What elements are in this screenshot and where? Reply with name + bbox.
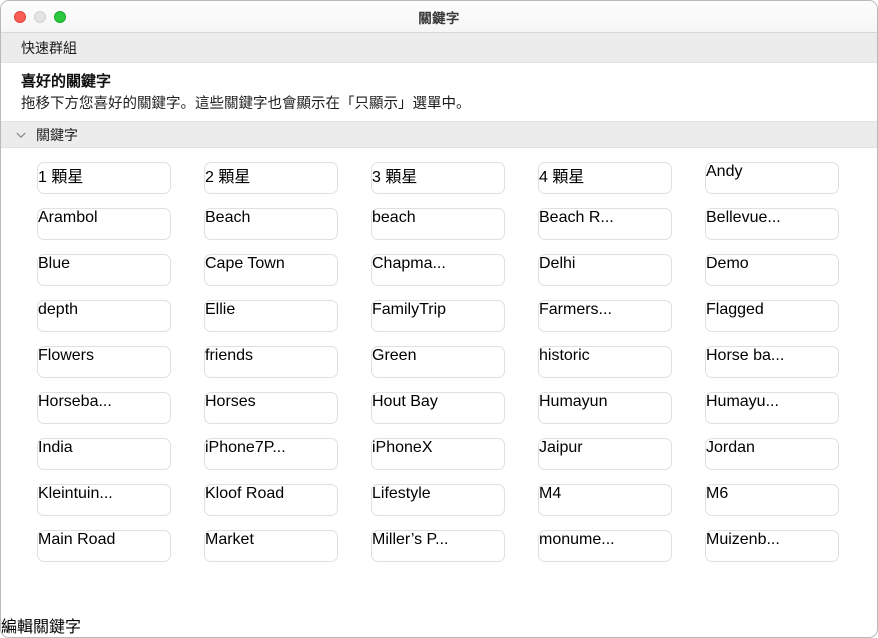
traffic-light-group: [14, 1, 66, 33]
keyword-chip[interactable]: Main Road: [37, 530, 171, 562]
keyword-chip[interactable]: historic: [538, 346, 672, 378]
keyword-chip[interactable]: M6: [705, 484, 839, 516]
keyword-chip[interactable]: Miller’s P...: [371, 530, 505, 562]
keyword-chip[interactable]: Beach: [204, 208, 338, 240]
favorite-keywords-description: 拖移下方您喜好的關鍵字。這些關鍵字也會顯示在「只顯示」選單中。: [21, 96, 471, 112]
keyword-chip[interactable]: M4: [538, 484, 672, 516]
favorite-keywords-section: 喜好的關鍵字 拖移下方您喜好的關鍵字。這些關鍵字也會顯示在「只顯示」選單中。: [1, 63, 877, 121]
keyword-chip[interactable]: Blue: [37, 254, 171, 286]
keywords-window: 關鍵字 快速群組 喜好的關鍵字 拖移下方您喜好的關鍵字。這些關鍵字也會顯示在「只…: [0, 0, 878, 638]
keyword-chip[interactable]: Ellie: [204, 300, 338, 332]
keyword-chip[interactable]: Andy: [705, 162, 839, 194]
keyword-chip[interactable]: Beach R...: [538, 208, 672, 240]
minimize-button[interactable]: [34, 11, 46, 23]
keyword-chip[interactable]: 3 顆星: [371, 162, 505, 194]
quick-group-header: 快速群組: [1, 33, 877, 63]
keyword-grid: 1 顆星 2 顆星 3 顆星 4 顆星 Andy Arambol Beach beach Bea…: [1, 148, 877, 572]
keyword-chip[interactable]: 2 顆星: [204, 162, 338, 194]
keyword-chip[interactable]: Demo: [705, 254, 839, 286]
keyword-chip[interactable]: Arambol: [37, 208, 171, 240]
keyword-chip[interactable]: 4 顆星: [538, 162, 672, 194]
close-button[interactable]: [14, 11, 26, 23]
keywords-section-header[interactable]: 關鍵字: [1, 121, 877, 148]
keyword-chip[interactable]: Jordan: [705, 438, 839, 470]
keyword-chip[interactable]: Horse ba...: [705, 346, 839, 378]
favorite-keywords-title: 喜好的關鍵字: [21, 73, 112, 90]
keyword-chip[interactable]: Humayu...: [705, 392, 839, 424]
keyword-chip[interactable]: Flagged: [705, 300, 839, 332]
chevron-down-icon[interactable]: [15, 129, 27, 141]
keyword-chip[interactable]: Kloof Road: [204, 484, 338, 516]
keyword-chip[interactable]: Farmers...: [538, 300, 672, 332]
quick-group-label: 快速群組: [21, 39, 77, 56]
keyword-chip[interactable]: Chapma...: [371, 254, 505, 286]
zoom-button[interactable]: [54, 11, 66, 23]
keyword-chip[interactable]: Lifestyle: [371, 484, 505, 516]
keyword-chip[interactable]: India: [37, 438, 171, 470]
keyword-chip[interactable]: Jaipur: [538, 438, 672, 470]
keyword-chip[interactable]: Green: [371, 346, 505, 378]
keyword-chip[interactable]: Horses: [204, 392, 338, 424]
keyword-chip[interactable]: Market: [204, 530, 338, 562]
keyword-chip[interactable]: iPhone7P...: [204, 438, 338, 470]
window-titlebar: 關鍵字: [1, 1, 877, 33]
keyword-chip[interactable]: Horseba...: [37, 392, 171, 424]
keyword-chip[interactable]: Hout Bay: [371, 392, 505, 424]
keyword-grid-scroll-area[interactable]: 1 顆星 2 顆星 3 顆星 4 顆星 Andy Arambol Beach beach Bea…: [1, 148, 877, 613]
keyword-chip[interactable]: friends: [204, 346, 338, 378]
window-footer: 編輯關鍵字: [1, 613, 877, 637]
keyword-chip[interactable]: Flowers: [37, 346, 171, 378]
window-title: 關鍵字: [418, 10, 460, 26]
keyword-chip[interactable]: depth: [37, 300, 171, 332]
keyword-chip[interactable]: beach: [371, 208, 505, 240]
keyword-chip[interactable]: Kleintuin...: [37, 484, 171, 516]
keyword-chip[interactable]: iPhoneX: [371, 438, 505, 470]
keyword-chip[interactable]: Delhi: [538, 254, 672, 286]
keyword-chip[interactable]: Muizenb...: [705, 530, 839, 562]
edit-keywords-button[interactable]: 編輯關鍵字: [1, 613, 877, 637]
keyword-chip[interactable]: 1 顆星: [37, 162, 171, 194]
keyword-chip[interactable]: Humayun: [538, 392, 672, 424]
keyword-chip[interactable]: FamilyTrip: [371, 300, 505, 332]
keyword-chip[interactable]: Bellevue...: [705, 208, 839, 240]
keyword-chip[interactable]: monume...: [538, 530, 672, 562]
keywords-section-label: 關鍵字: [36, 126, 78, 143]
keyword-chip[interactable]: Cape Town: [204, 254, 338, 286]
